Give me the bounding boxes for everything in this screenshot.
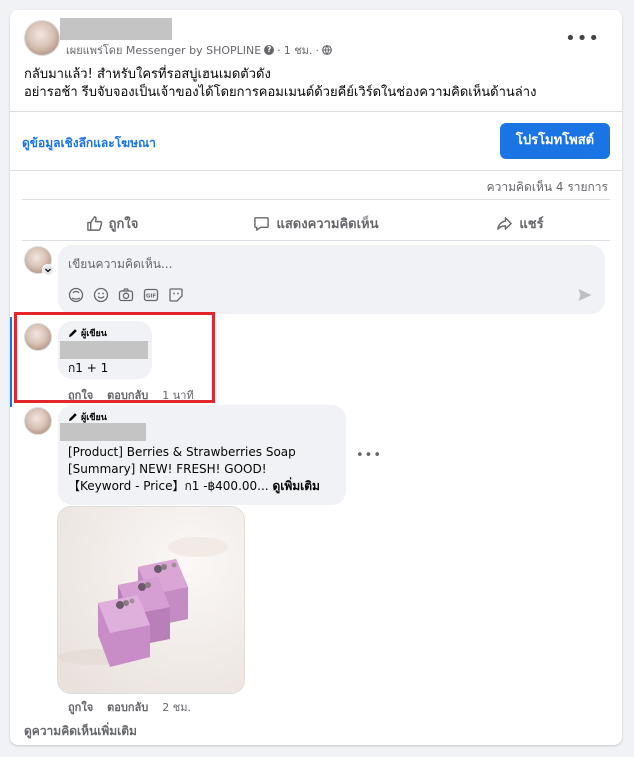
svg-text:GIF: GIF xyxy=(146,294,157,300)
post-more-button[interactable]: ••• xyxy=(565,28,600,49)
share-arrow-icon xyxy=(497,216,513,230)
active-comment-indicator xyxy=(10,317,12,407)
insights-link[interactable]: ดูข้อมูลเชิงลึกและโฆษณา xyxy=(22,134,156,153)
divider xyxy=(10,170,622,171)
comment-line-product: [Product] Berries & Strawberries Soap xyxy=(68,445,296,459)
comment-reply-button[interactable]: ตอบกลับ xyxy=(107,698,148,716)
share-button[interactable]: แชร์ xyxy=(418,206,622,240)
soap-photo xyxy=(58,507,244,693)
view-more-comments-link[interactable]: ดูความคิดเห็นเพิ่มเติม xyxy=(24,722,137,741)
commenter-name-redacted[interactable] xyxy=(60,423,146,441)
gif-icon[interactable]: GIF xyxy=(143,287,159,303)
post-meta: เผยแพร่โดย Messenger by SHOPLINE ? · 1 ช… xyxy=(66,41,332,59)
comment-more-button[interactable]: ••• xyxy=(356,448,382,463)
meta-separator: · xyxy=(277,43,281,57)
comment-time[interactable]: 2 ชม. xyxy=(162,698,191,716)
comment-line-summary: [Summary] NEW! FRESH! GOOD! xyxy=(68,462,267,476)
comment-count[interactable]: ความคิดเห็น 4 รายการ xyxy=(487,178,608,197)
highlight-box xyxy=(14,312,215,403)
divider xyxy=(10,111,622,112)
chevron-down-icon[interactable] xyxy=(42,264,54,276)
promote-post-button[interactable]: โปรโมทโพสต์ xyxy=(500,123,610,159)
divider xyxy=(22,240,610,241)
post-text-line2: อย่ารอช้า รีบจับจองเป็นเจ้าของได้โดยการค… xyxy=(24,85,537,100)
page-avatar[interactable] xyxy=(24,20,60,56)
speech-bubble-icon xyxy=(254,216,270,231)
comment-avatar[interactable] xyxy=(24,407,52,435)
pencil-icon xyxy=(69,413,77,421)
comment-keyword-text: 【Keyword - Price】ก1 -฿400.00... xyxy=(68,479,269,493)
composer-icons: GIF xyxy=(68,287,184,303)
thumbs-up-icon xyxy=(86,215,102,231)
sticker-icon[interactable] xyxy=(168,287,184,303)
send-icon[interactable] xyxy=(577,287,593,303)
comment-label: แสดงความคิดเห็น xyxy=(276,216,379,232)
post-meta-text: เผยแพร่โดย Messenger by SHOPLINE xyxy=(66,44,262,57)
globe-icon xyxy=(322,45,332,55)
author-badge-label: ผู้เขียน xyxy=(81,413,107,423)
comment-composer[interactable]: เขียนความคิดเห็น... GIF xyxy=(58,245,605,314)
post-time[interactable]: 1 ชม. xyxy=(284,41,313,59)
comment-like-button[interactable]: ถูกใจ xyxy=(68,698,93,716)
product-image[interactable] xyxy=(57,506,245,694)
see-more-link[interactable]: ดูเพิ่มเติม xyxy=(272,479,320,493)
comment-actions: ถูกใจ ตอบกลับ 2 ชม. xyxy=(68,698,191,716)
emoji-icon[interactable] xyxy=(93,287,109,303)
comment-text: [Product] Berries & Strawberries Soap [S… xyxy=(68,444,320,495)
divider xyxy=(22,199,610,200)
like-label: ถูกใจ xyxy=(108,216,139,232)
post-text-line1: กลับมาแล้ว! สำหรับใครที่รอสบู่เฮนเมดตัวด… xyxy=(24,67,271,82)
info-icon[interactable]: ? xyxy=(264,45,275,55)
page-name-redacted[interactable] xyxy=(60,18,172,40)
comment-button[interactable]: แสดงความคิดเห็น xyxy=(214,206,418,240)
author-badge: ผู้เขียน xyxy=(68,410,107,424)
like-button[interactable]: ถูกใจ xyxy=(10,206,214,240)
comment-line-keyword: 【Keyword - Price】ก1 -฿400.00... ดูเพิ่มเ… xyxy=(68,478,320,495)
comment-input[interactable]: เขียนความคิดเห็น... xyxy=(68,255,172,274)
action-bar: ถูกใจ แสดงความคิดเห็น แชร์ xyxy=(10,206,622,240)
camera-icon[interactable] xyxy=(118,287,134,303)
avatar-sticker-icon[interactable] xyxy=(68,287,84,303)
share-label: แชร์ xyxy=(519,216,544,232)
post-text: กลับมาแล้ว! สำหรับใครที่รอสบู่เฮนเมดตัวด… xyxy=(24,66,536,102)
meta-separator-2: · xyxy=(315,43,319,57)
post-card: เผยแพร่โดย Messenger by SHOPLINE ? · 1 ช… xyxy=(10,10,622,745)
